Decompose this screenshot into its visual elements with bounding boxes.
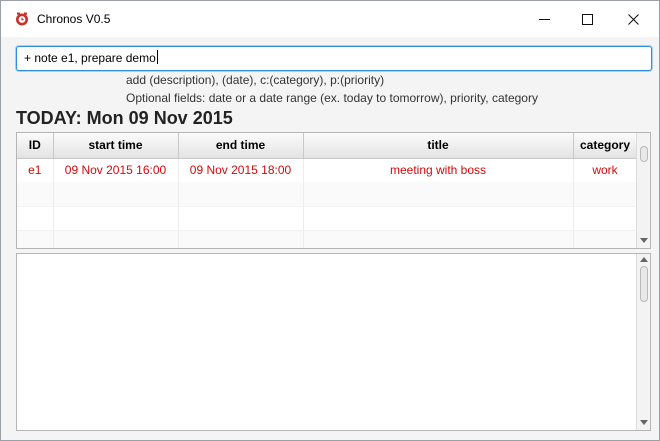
empty-table-row: [17, 182, 638, 207]
today-heading: TODAY: Mon 09 Nov 2015: [16, 108, 233, 128]
window-title: Chronos V0.5: [37, 12, 111, 26]
close-icon: [627, 13, 639, 25]
chronos-app-icon: [16, 12, 28, 26]
text-caret: [156, 50, 158, 64]
table-scrollbar[interactable]: [636, 133, 650, 248]
command-text: + note e1, prepare demo: [24, 51, 156, 65]
app-window: Chronos V0.5 + note e1, prepare demo add…: [0, 0, 660, 441]
close-button[interactable]: [610, 1, 656, 37]
notes-output-area[interactable]: [16, 253, 651, 431]
notes-scrollbar-thumb[interactable]: [640, 266, 648, 302]
cell-end-time: 09 Nov 2015 18:00: [178, 158, 304, 182]
empty-table-row: [17, 230, 638, 248]
table-header-row: ID start time end time title category: [17, 133, 638, 159]
command-syntax-hint: add (description), (date), c:(category),…: [126, 73, 385, 87]
scroll-up-arrow-icon[interactable]: [640, 257, 648, 262]
column-header-title[interactable]: title: [303, 133, 574, 159]
maximize-button[interactable]: [564, 1, 610, 37]
empty-table-row: [17, 206, 638, 231]
events-table: ID start time end time title category e1…: [16, 132, 651, 249]
cell-start-time: 09 Nov 2015 16:00: [53, 158, 179, 182]
column-header-id[interactable]: ID: [17, 133, 54, 159]
maximize-icon: [581, 13, 593, 25]
scroll-down-arrow-icon[interactable]: [640, 420, 648, 425]
notes-scrollbar[interactable]: [636, 254, 650, 430]
command-input[interactable]: + note e1, prepare demo: [16, 46, 652, 71]
minimize-button[interactable]: [521, 1, 567, 37]
scroll-down-arrow-icon[interactable]: [640, 238, 648, 243]
cell-id: e1: [17, 158, 54, 182]
minimize-icon: [538, 18, 550, 20]
table-scrollbar-thumb[interactable]: [640, 146, 648, 162]
column-header-category[interactable]: category: [573, 133, 638, 159]
optional-fields-hint: Optional fields: date or a date range (e…: [126, 91, 538, 105]
title-bar: Chronos V0.5: [1, 1, 659, 37]
table-row[interactable]: e1 09 Nov 2015 16:00 09 Nov 2015 18:00 m…: [17, 158, 638, 182]
cell-title: meeting with boss: [303, 158, 574, 182]
column-header-start-time[interactable]: start time: [53, 133, 179, 159]
cell-category: work: [573, 158, 638, 182]
column-header-end-time[interactable]: end time: [178, 133, 304, 159]
